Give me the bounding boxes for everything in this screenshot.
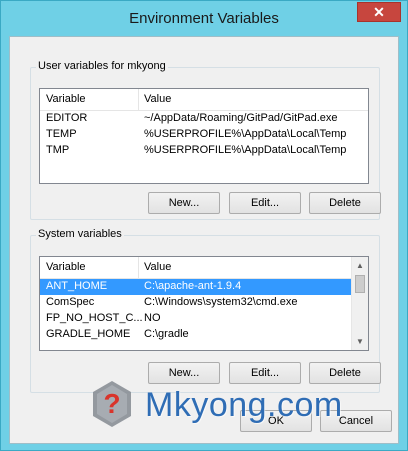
mkyong-watermark: ? Mkyong.com [89,375,379,435]
svg-text:?: ? [103,388,120,419]
scroll-up-arrow-icon[interactable]: ▲ [352,257,368,274]
watermark-text: Mkyong.com [145,385,343,424]
column-header-value[interactable]: Value [144,93,171,105]
system-variables-group: System variables Variable Value ANT_HOME… [30,228,381,393]
vertical-scrollbar[interactable]: ▲ ▼ [351,257,368,350]
close-button[interactable]: ✕ [357,2,401,22]
user-new-button[interactable]: New... [148,192,220,214]
list-item[interactable]: EDITOR ~/AppData/Roaming/GitPad/GitPad.e… [40,111,368,127]
user-variables-list[interactable]: Variable Value EDITOR ~/AppData/Roaming/… [39,88,369,184]
list-item[interactable]: GRADLE_HOME C:\gradle [40,327,368,343]
column-header-value[interactable]: Value [144,261,171,273]
column-header-variable[interactable]: Variable [46,261,86,273]
system-variables-list[interactable]: Variable Value ANT_HOME C:\apache-ant-1.… [39,256,369,351]
variable-value: ~/AppData/Roaming/GitPad/GitPad.exe [144,112,338,124]
column-divider[interactable] [138,257,139,279]
list-header: Variable Value [40,89,368,111]
user-delete-button[interactable]: Delete [309,192,381,214]
question-mark-logo-icon: ? [89,379,135,431]
variable-name: ComSpec [46,296,95,308]
variable-name: ANT_HOME [46,280,108,292]
user-edit-button[interactable]: Edit... [229,192,301,214]
scroll-down-arrow-icon[interactable]: ▼ [352,333,368,350]
environment-variables-window: Environment Variables ✕ User variables f… [0,0,408,451]
user-variables-label: User variables for mkyong [36,60,168,72]
list-item[interactable]: TEMP %USERPROFILE%\AppData\Local\Temp [40,127,368,143]
variable-value: C:\gradle [144,328,189,340]
variable-name: GRADLE_HOME [46,328,131,340]
column-header-variable[interactable]: Variable [46,93,86,105]
variable-value: %USERPROFILE%\AppData\Local\Temp [144,144,347,156]
variable-name: FP_NO_HOST_C... [46,312,143,324]
title-bar[interactable]: Environment Variables ✕ [1,1,407,35]
variable-value: %USERPROFILE%\AppData\Local\Temp [144,128,347,140]
scrollbar-thumb[interactable] [355,275,365,293]
variable-value: C:\apache-ant-1.9.4 [144,280,242,292]
list-item[interactable]: ComSpec C:\Windows\system32\cmd.exe [40,295,368,311]
list-item[interactable]: FP_NO_HOST_C... NO [40,311,368,327]
variable-value: NO [144,312,161,324]
column-divider[interactable] [138,89,139,111]
variable-name: TMP [46,144,70,156]
system-variables-label: System variables [36,228,124,240]
variable-value: C:\Windows\system32\cmd.exe [144,296,298,308]
list-item-selected[interactable]: ANT_HOME C:\apache-ant-1.9.4 [40,279,351,295]
variable-name: TEMP [46,128,77,140]
user-variables-group: User variables for mkyong Variable Value… [30,60,381,220]
window-title: Environment Variables [129,10,279,27]
close-icon: ✕ [373,3,385,20]
list-header: Variable Value [40,257,368,279]
list-item[interactable]: TMP %USERPROFILE%\AppData\Local\Temp [40,143,368,159]
variable-name: EDITOR [46,112,88,124]
